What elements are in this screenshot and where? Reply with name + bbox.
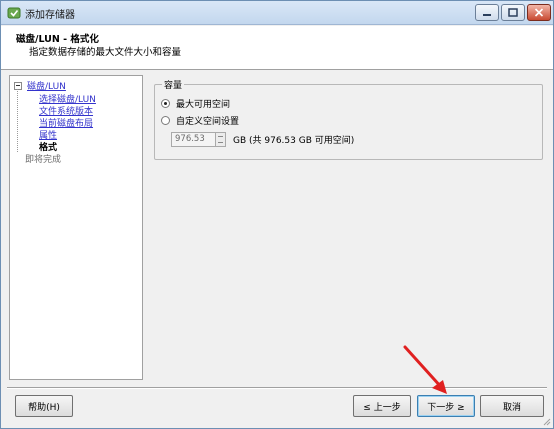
radio-custom-space-label: 自定义空间设置	[176, 117, 240, 127]
maximize-icon	[508, 8, 518, 17]
radio-max-space-label: 最大可用空间	[176, 100, 231, 110]
window-title: 添加存储器	[25, 10, 75, 21]
tree-connector	[17, 89, 18, 152]
close-icon	[534, 8, 544, 17]
next-button[interactable]: 下一步 ≥	[417, 395, 475, 417]
size-note: GB (共 976.53 GB 可用空间)	[233, 136, 355, 146]
collapse-icon[interactable]	[14, 81, 22, 90]
page-title: 磁盘/LUN - 格式化	[16, 34, 99, 45]
nav-item-ready: 即将完成	[25, 155, 62, 165]
page-subtitle: 指定数据存储的最大文件大小和容量	[29, 47, 182, 58]
cancel-button[interactable]: 取消	[480, 395, 544, 417]
help-button[interactable]: 帮助(H)	[15, 395, 73, 417]
minimize-button[interactable]	[475, 4, 499, 21]
wizard-nav: 磁盘/LUN 选择磁盘/LUN 文件系统版本 当前磁盘布局 属性 格式 即将完成	[9, 75, 143, 380]
radio-button-unchecked[interactable]	[161, 116, 170, 125]
spin-buttons[interactable]	[216, 132, 226, 147]
radio-custom-space[interactable]: 自定义空间设置	[161, 114, 239, 127]
back-button[interactable]: ≤ 上一步	[353, 395, 411, 417]
add-storage-window: 添加存储器 磁盘/LUN - 格式化 指定数据存储的最大文件大小和容量 磁盘/L…	[0, 0, 554, 429]
size-spinner: 976.53 GB (共 976.53 GB 可用空间)	[171, 132, 354, 147]
minimize-icon	[483, 13, 491, 16]
close-button[interactable]	[527, 4, 551, 21]
content-panel: 容量 最大可用空间 自定义空间设置 976.53 GB (共 976.53 GB…	[149, 75, 547, 380]
wizard-header: 磁盘/LUN - 格式化 指定数据存储的最大文件大小和容量	[1, 26, 553, 70]
storage-app-icon	[7, 7, 21, 19]
capacity-group-label: 容量	[162, 78, 185, 91]
footer-divider	[7, 387, 547, 389]
title-bar[interactable]: 添加存储器	[1, 1, 553, 25]
nav-root[interactable]: 磁盘/LUN	[14, 79, 66, 92]
radio-max-space[interactable]: 最大可用空间	[161, 97, 230, 110]
nav-item-disk-lun[interactable]: 磁盘/LUN	[27, 79, 66, 92]
resize-grip-icon[interactable]	[541, 416, 551, 426]
size-input[interactable]: 976.53	[171, 132, 216, 147]
capacity-group: 容量 最大可用空间 自定义空间设置	[154, 78, 543, 160]
radio-button-checked[interactable]	[161, 99, 170, 108]
maximize-button[interactable]	[501, 4, 525, 21]
